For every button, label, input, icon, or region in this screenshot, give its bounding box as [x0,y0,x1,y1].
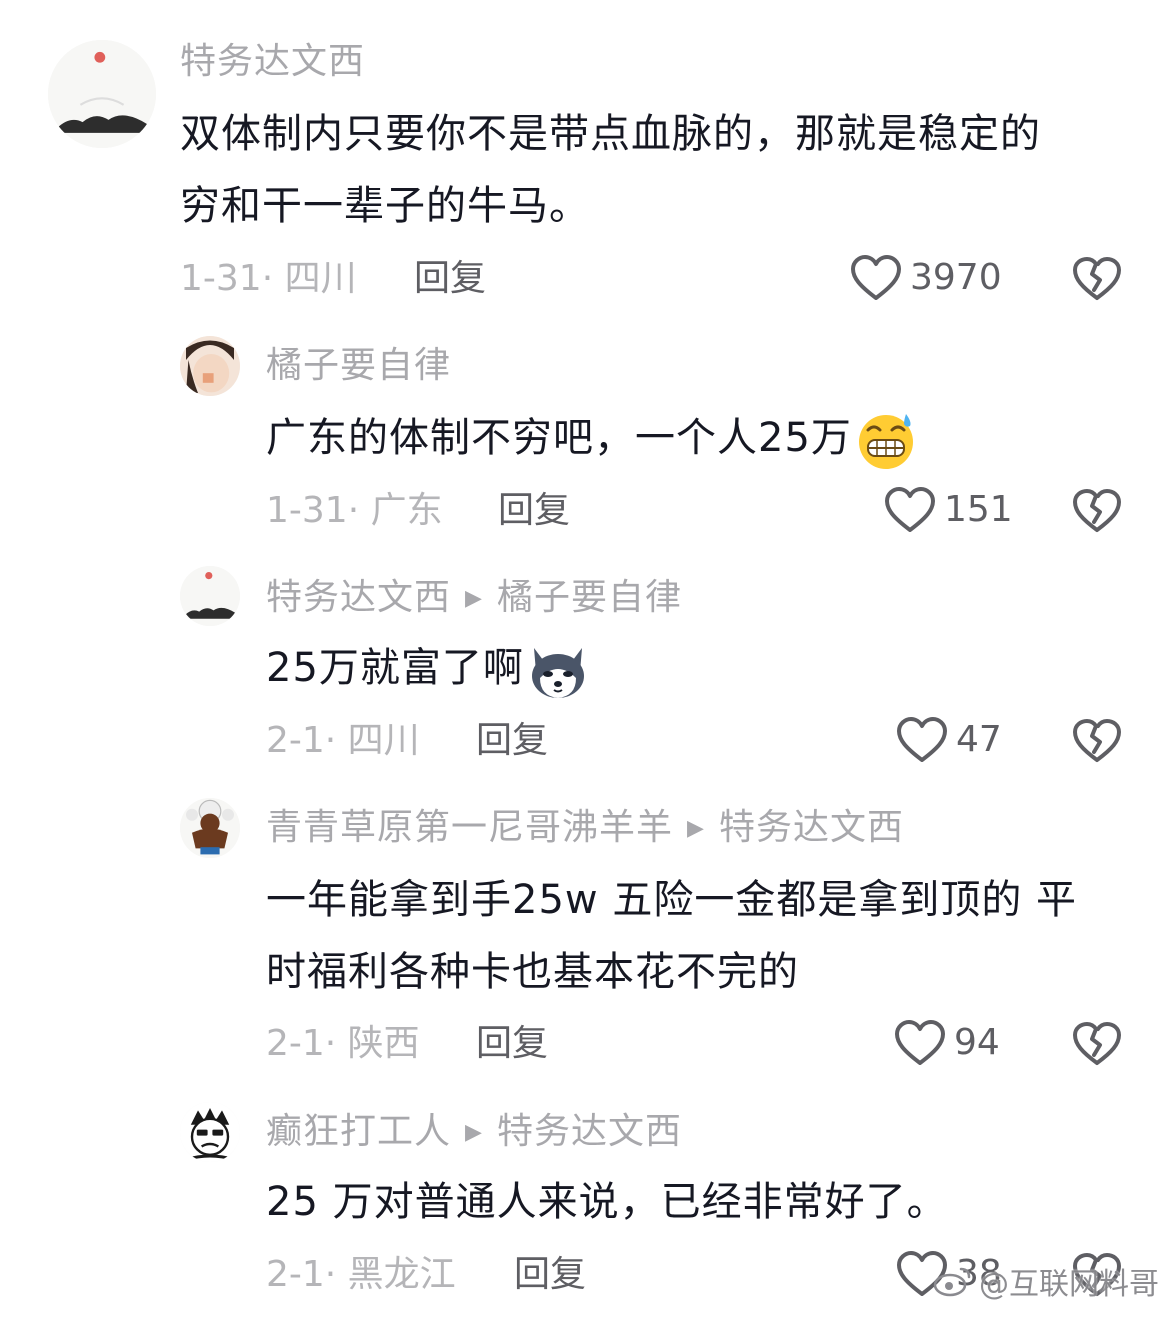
broken-heart-icon[interactable] [1072,488,1122,534]
husky-dog-emoji-icon [531,648,584,698]
comment-date-location: 1-31· 四川 [180,258,357,299]
comment-text: 一年能拿到手25w 五险一金都是拿到顶的 平 时福利各种卡也基本花不完的 [266,864,1077,1008]
like-count: 151 [944,489,1013,530]
reply-button[interactable]: 回复 [414,261,486,297]
grimace-sweat-emoji-icon [858,414,913,469]
comment-author[interactable]: 特务达文西 [266,577,451,618]
weibo-logo-icon [933,1267,971,1297]
comment-text: 广东的体制不穷吧，一个人25万 [266,402,918,474]
avatar[interactable] [180,1102,240,1162]
reply-button[interactable]: 回复 [476,1026,548,1062]
comment-text: 双体制内只要你不是带点血脉的，那就是稳定的 穷和干一辈子的牛马。 [180,98,1041,242]
reply-button[interactable]: 回复 [498,493,570,529]
comment-text-line: 时福利各种卡也基本花不完的 [266,949,799,995]
like-button[interactable]: 3970 [850,254,1002,302]
broken-heart-icon[interactable] [1072,718,1122,764]
comment-text-line: 双体制内只要你不是带点血脉的，那就是稳定的 [180,111,1041,157]
avatar[interactable] [180,566,240,626]
heart-icon [851,255,901,300]
heart-icon [895,1020,945,1065]
reply-arrow-icon: ▶ [687,816,705,841]
reply-button[interactable]: 回复 [514,1257,586,1293]
comment-author[interactable]: 癫狂打工人 [266,1111,451,1152]
comment-date-location: 2-1· 黑龙江 [266,1254,456,1295]
reply-arrow-icon: ▶ [465,1120,483,1145]
avatar[interactable] [180,798,240,858]
comment-text: 25 万对普通人来说，已经非常好了。 [266,1166,948,1238]
comment-date-location: 1-31· 广东 [266,490,443,531]
like-button[interactable]: 94 [894,1019,1000,1067]
comment-author[interactable]: 青青草原第一尼哥沸羊羊 [266,807,673,848]
comment-author-line: 青青草原第一尼哥沸羊羊 ▶ 特务达文西 [266,810,904,846]
comment-text: 25万就富了啊 [266,632,590,704]
comment-date-location: 2-1· 陕西 [266,1023,420,1064]
like-count: 94 [954,1022,1000,1063]
reply-target[interactable]: 特务达文西 [497,1111,682,1152]
comment-text-line: 25万就富了啊 [266,632,590,704]
avatar[interactable] [48,40,156,148]
like-button[interactable]: 47 [896,716,1002,764]
watermark: @互联网料哥 [933,1259,1159,1303]
comment-author[interactable]: 橘子要自律 [266,348,451,384]
broken-heart-icon[interactable] [1072,1021,1122,1067]
comment-text-line: 一年能拿到手25w 五险一金都是拿到顶的 平 [266,877,1078,923]
heart-icon [897,717,947,762]
reply-target[interactable]: 橘子要自律 [497,577,682,618]
comment-author-line: 癫狂打工人 ▶ 特务达文西 [266,1114,682,1150]
watermark-text: @互联网料哥 [979,1267,1159,1302]
comment-date-location: 2-1· 四川 [266,720,420,761]
comment-text-line: 穷和干一辈子的牛马。 [180,183,590,229]
like-count: 3970 [910,257,1002,298]
like-count: 47 [956,719,1002,760]
reply-arrow-icon: ▶ [465,586,483,611]
heart-icon [885,487,935,532]
like-button[interactable]: 151 [884,486,1013,534]
reply-target[interactable]: 特务达文西 [719,807,904,848]
comment-text-line: 广东的体制不穷吧，一个人25万 [266,402,918,474]
reply-button[interactable]: 回复 [476,723,548,759]
comment-text-line: 25 万对普通人来说，已经非常好了。 [266,1179,948,1225]
avatar[interactable] [180,336,240,396]
broken-heart-icon[interactable] [1072,256,1122,302]
comment-author-line: 特务达文西 ▶ 橘子要自律 [266,580,682,616]
comment-author[interactable]: 特务达文西 [180,44,365,80]
